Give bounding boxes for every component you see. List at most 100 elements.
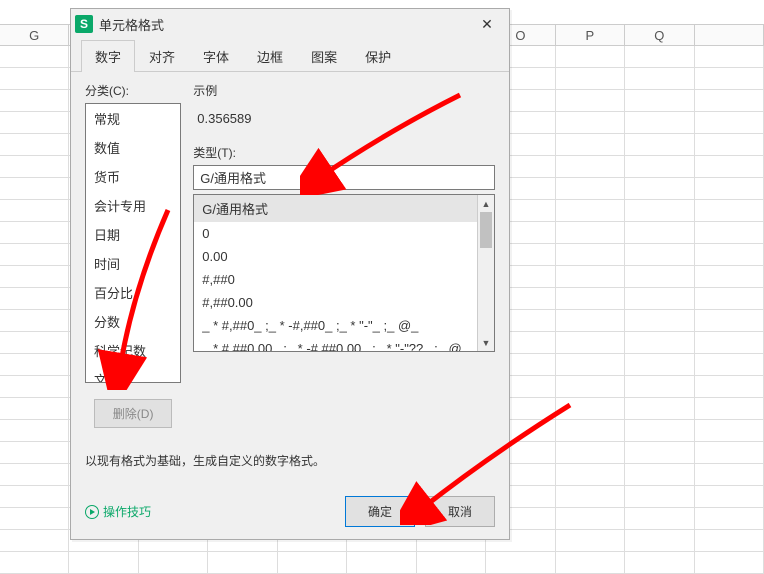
grid-cell[interactable] xyxy=(0,442,69,464)
delete-button[interactable]: 删除(D) xyxy=(94,399,173,428)
grid-cell[interactable] xyxy=(625,376,694,398)
grid-cell[interactable] xyxy=(695,68,764,90)
grid-cell[interactable] xyxy=(556,310,625,332)
grid-cell[interactable] xyxy=(0,68,69,90)
grid-cell[interactable] xyxy=(695,288,764,310)
grid-cell[interactable] xyxy=(625,354,694,376)
grid-cell[interactable] xyxy=(0,552,69,574)
grid-cell[interactable] xyxy=(278,552,347,574)
grid-cell[interactable] xyxy=(625,288,694,310)
tab[interactable]: 图案 xyxy=(297,40,351,72)
grid-cell[interactable] xyxy=(0,310,69,332)
scrollbar[interactable]: ▲ ▼ xyxy=(477,195,494,351)
grid-cell[interactable] xyxy=(0,90,69,112)
type-item[interactable]: _ * #,##0.00_ ;_ * -#,##0.00_ ;_ * "-"??… xyxy=(194,337,477,351)
type-item[interactable]: 0 xyxy=(194,222,477,245)
tab[interactable]: 字体 xyxy=(189,40,243,72)
grid-cell[interactable] xyxy=(0,112,69,134)
grid-cell[interactable] xyxy=(625,332,694,354)
grid-cell[interactable] xyxy=(625,508,694,530)
scroll-down-arrow[interactable]: ▼ xyxy=(478,334,494,351)
grid-cell[interactable] xyxy=(695,332,764,354)
grid-cell[interactable] xyxy=(556,376,625,398)
grid-cell[interactable] xyxy=(625,442,694,464)
grid-cell[interactable] xyxy=(0,530,69,552)
grid-cell[interactable] xyxy=(556,156,625,178)
grid-cell[interactable] xyxy=(417,552,486,574)
grid-cell[interactable] xyxy=(556,68,625,90)
grid-cell[interactable] xyxy=(625,464,694,486)
type-input[interactable] xyxy=(193,165,495,190)
category-item[interactable]: 时间 xyxy=(86,249,180,278)
type-item[interactable]: _ * #,##0_ ;_ * -#,##0_ ;_ * "-"_ ;_ @_ xyxy=(194,314,477,337)
grid-cell[interactable] xyxy=(625,200,694,222)
tips-link[interactable]: 操作技巧 xyxy=(85,503,151,520)
grid-cell[interactable] xyxy=(625,178,694,200)
grid-cell[interactable] xyxy=(556,46,625,68)
grid-cell[interactable] xyxy=(556,420,625,442)
grid-cell[interactable] xyxy=(556,288,625,310)
grid-cell[interactable] xyxy=(0,332,69,354)
grid-cell[interactable] xyxy=(695,464,764,486)
grid-cell[interactable] xyxy=(695,552,764,574)
ok-button[interactable]: 确定 xyxy=(345,496,415,527)
grid-cell[interactable] xyxy=(625,156,694,178)
grid-cell[interactable] xyxy=(139,552,208,574)
type-item[interactable]: G/通用格式 xyxy=(194,195,477,222)
tab[interactable]: 对齐 xyxy=(135,40,189,72)
grid-cell[interactable] xyxy=(695,156,764,178)
grid-cell[interactable] xyxy=(695,354,764,376)
grid-cell[interactable] xyxy=(625,552,694,574)
grid-cell[interactable] xyxy=(625,486,694,508)
grid-cell[interactable] xyxy=(0,398,69,420)
grid-cell[interactable] xyxy=(556,222,625,244)
grid-cell[interactable] xyxy=(695,90,764,112)
grid-cell[interactable] xyxy=(625,398,694,420)
type-list[interactable]: G/通用格式00.00#,##0#,##0.00_ * #,##0_ ;_ * … xyxy=(194,195,477,351)
grid-cell[interactable] xyxy=(0,354,69,376)
grid-cell[interactable] xyxy=(556,398,625,420)
grid-cell[interactable] xyxy=(0,178,69,200)
grid-cell[interactable] xyxy=(695,134,764,156)
grid-cell[interactable] xyxy=(556,530,625,552)
grid-cell[interactable] xyxy=(695,112,764,134)
column-header[interactable]: Q xyxy=(625,25,694,47)
grid-cell[interactable] xyxy=(0,288,69,310)
grid-cell[interactable] xyxy=(556,134,625,156)
grid-cell[interactable] xyxy=(625,68,694,90)
grid-cell[interactable] xyxy=(0,508,69,530)
grid-cell[interactable] xyxy=(695,200,764,222)
category-item[interactable]: 百分比 xyxy=(86,278,180,307)
grid-cell[interactable] xyxy=(695,222,764,244)
grid-cell[interactable] xyxy=(695,310,764,332)
grid-cell[interactable] xyxy=(695,420,764,442)
grid-cell[interactable] xyxy=(556,90,625,112)
grid-cell[interactable] xyxy=(625,222,694,244)
grid-cell[interactable] xyxy=(695,442,764,464)
grid-cell[interactable] xyxy=(695,486,764,508)
category-item[interactable]: 日期 xyxy=(86,220,180,249)
grid-cell[interactable] xyxy=(695,376,764,398)
grid-cell[interactable] xyxy=(0,266,69,288)
grid-cell[interactable] xyxy=(0,420,69,442)
grid-cell[interactable] xyxy=(695,398,764,420)
grid-cell[interactable] xyxy=(625,530,694,552)
grid-cell[interactable] xyxy=(556,332,625,354)
close-button[interactable]: ✕ xyxy=(469,11,505,37)
scroll-thumb[interactable] xyxy=(480,212,492,248)
tab[interactable]: 保护 xyxy=(351,40,405,72)
grid-cell[interactable] xyxy=(695,508,764,530)
scroll-up-arrow[interactable]: ▲ xyxy=(478,195,494,212)
type-item[interactable]: #,##0 xyxy=(194,268,477,291)
grid-cell[interactable] xyxy=(556,112,625,134)
tab[interactable]: 数字 xyxy=(81,40,135,72)
grid-cell[interactable] xyxy=(0,244,69,266)
grid-cell[interactable] xyxy=(556,508,625,530)
grid-cell[interactable] xyxy=(625,310,694,332)
grid-cell[interactable] xyxy=(695,244,764,266)
type-item[interactable]: #,##0.00 xyxy=(194,291,477,314)
grid-cell[interactable] xyxy=(625,134,694,156)
grid-cell[interactable] xyxy=(347,552,416,574)
grid-cell[interactable] xyxy=(0,134,69,156)
category-list[interactable]: 常规数值货币会计专用日期时间百分比分数科学记数文本特殊自定义 xyxy=(85,103,181,383)
